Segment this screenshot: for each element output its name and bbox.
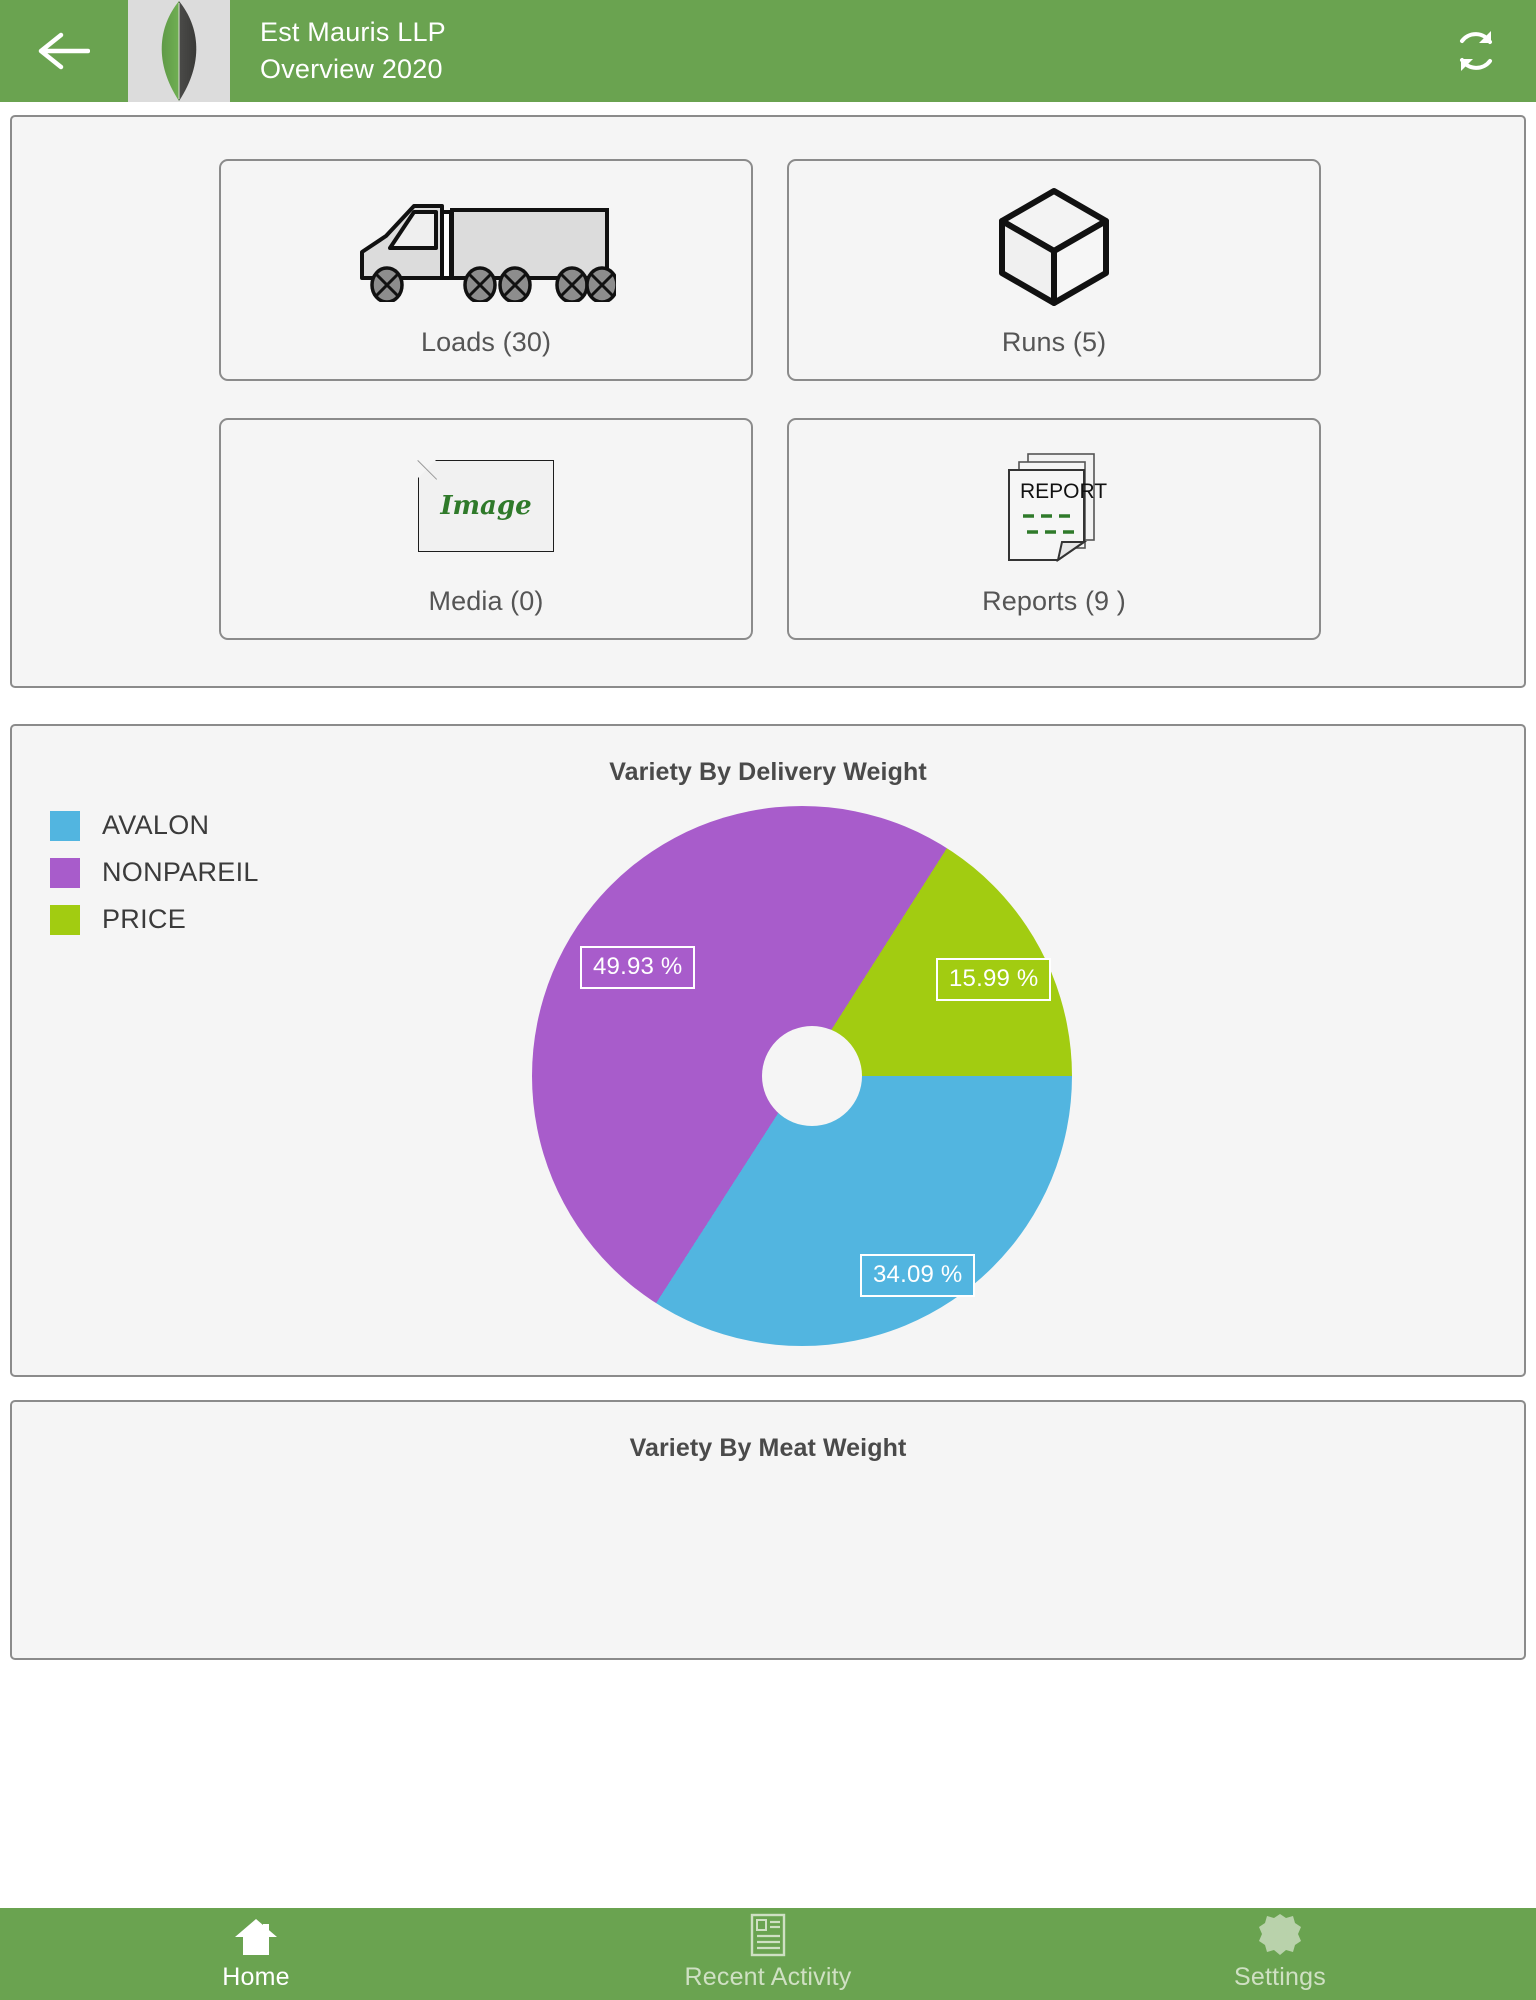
nav-item-home[interactable]: Home xyxy=(0,1908,512,2000)
tile-label-runs: Runs (5) xyxy=(1001,326,1107,357)
nav-item-settings[interactable]: Settings xyxy=(1024,1908,1536,2000)
legend-item[interactable]: NONPAREIL xyxy=(50,849,470,896)
tile-grid: Loads (30) Runs (5) Image Media (0) REPO… xyxy=(54,159,1486,649)
pie-label-avalon: 34.09 % xyxy=(860,1254,976,1297)
nav-label-home: Home xyxy=(222,1962,290,1991)
leaf-image xyxy=(161,1,197,101)
pie-chart-delivery[interactable]: 49.93 % 15.99 % 34.09 % xyxy=(532,806,1092,1346)
legend-swatch-price xyxy=(50,904,80,935)
report-document-icon: REPORT xyxy=(1000,442,1108,570)
chart-title-delivery: Variety By Delivery Weight xyxy=(609,758,927,786)
tile-label-reports: Reports (9 ) xyxy=(982,585,1126,616)
tile-media[interactable]: Image Media (0) xyxy=(219,418,753,640)
legend-item[interactable]: AVALON xyxy=(50,802,470,849)
nav-item-recent-activity[interactable]: Recent Activity xyxy=(512,1908,1024,2000)
legend-item[interactable]: PRICE xyxy=(50,896,470,943)
app-header: Est Mauris LLP Overview 2020 xyxy=(0,0,1536,102)
company-thumbnail[interactable] xyxy=(128,0,230,102)
meat-weight-chart-card: Variety By Meat Weight xyxy=(10,1400,1526,1660)
cube-icon xyxy=(994,183,1114,311)
tile-runs[interactable]: Runs (5) xyxy=(787,159,1321,381)
svg-text:REPORT: REPORT xyxy=(1020,480,1107,503)
arrow-left-icon xyxy=(38,32,90,70)
chart-title-meat: Variety By Meat Weight xyxy=(629,1434,907,1462)
settings-gear-icon xyxy=(1258,1913,1302,1957)
truck-icon xyxy=(356,183,616,311)
nav-label-recent-activity: Recent Activity xyxy=(684,1962,852,1991)
legend-swatch-nonpareil xyxy=(50,857,80,888)
app-root: Est Mauris LLP Overview 2020 Loads (30) … xyxy=(0,0,1536,2000)
nav-label-settings: Settings xyxy=(1234,1962,1326,1991)
page-title: Est Mauris LLP xyxy=(260,17,446,47)
legend-label-nonpareil: NONPAREIL xyxy=(102,857,259,887)
delivery-weight-chart-card: Variety By Delivery Weight AVALON NONPAR… xyxy=(10,724,1526,1377)
tile-reports[interactable]: REPORT Reports (9 ) xyxy=(787,418,1321,640)
recent-activity-icon xyxy=(749,1913,787,1957)
image-placeholder-icon: Image xyxy=(417,442,554,570)
page-subtitle: Overview 2020 xyxy=(260,54,443,84)
image-placeholder-text: Image xyxy=(440,490,532,521)
refresh-icon xyxy=(1460,31,1492,71)
pie-label-nonpareil: 49.93 % xyxy=(580,946,696,989)
legend-swatch-avalon xyxy=(50,810,80,841)
bottom-navigation: Home Recent Activity Settings xyxy=(0,1908,1536,2000)
tile-loads[interactable]: Loads (30) xyxy=(219,159,753,381)
legend-label-price: PRICE xyxy=(102,904,187,934)
home-icon xyxy=(233,1917,279,1957)
tile-label-loads: Loads (30) xyxy=(420,326,552,357)
back-button[interactable] xyxy=(0,0,128,102)
pie-label-price: 15.99 % xyxy=(936,958,1052,1001)
header-titles: Est Mauris LLP Overview 2020 xyxy=(230,14,1416,88)
legend-label-avalon: AVALON xyxy=(102,810,210,840)
refresh-button[interactable] xyxy=(1416,0,1536,102)
pie-center-hole xyxy=(762,1026,862,1126)
tile-label-media: Media (0) xyxy=(428,585,544,616)
quick-links-card: Loads (30) Runs (5) Image Media (0) REPO… xyxy=(10,115,1526,688)
chart-legend-delivery: AVALON NONPAREIL PRICE xyxy=(50,802,470,943)
